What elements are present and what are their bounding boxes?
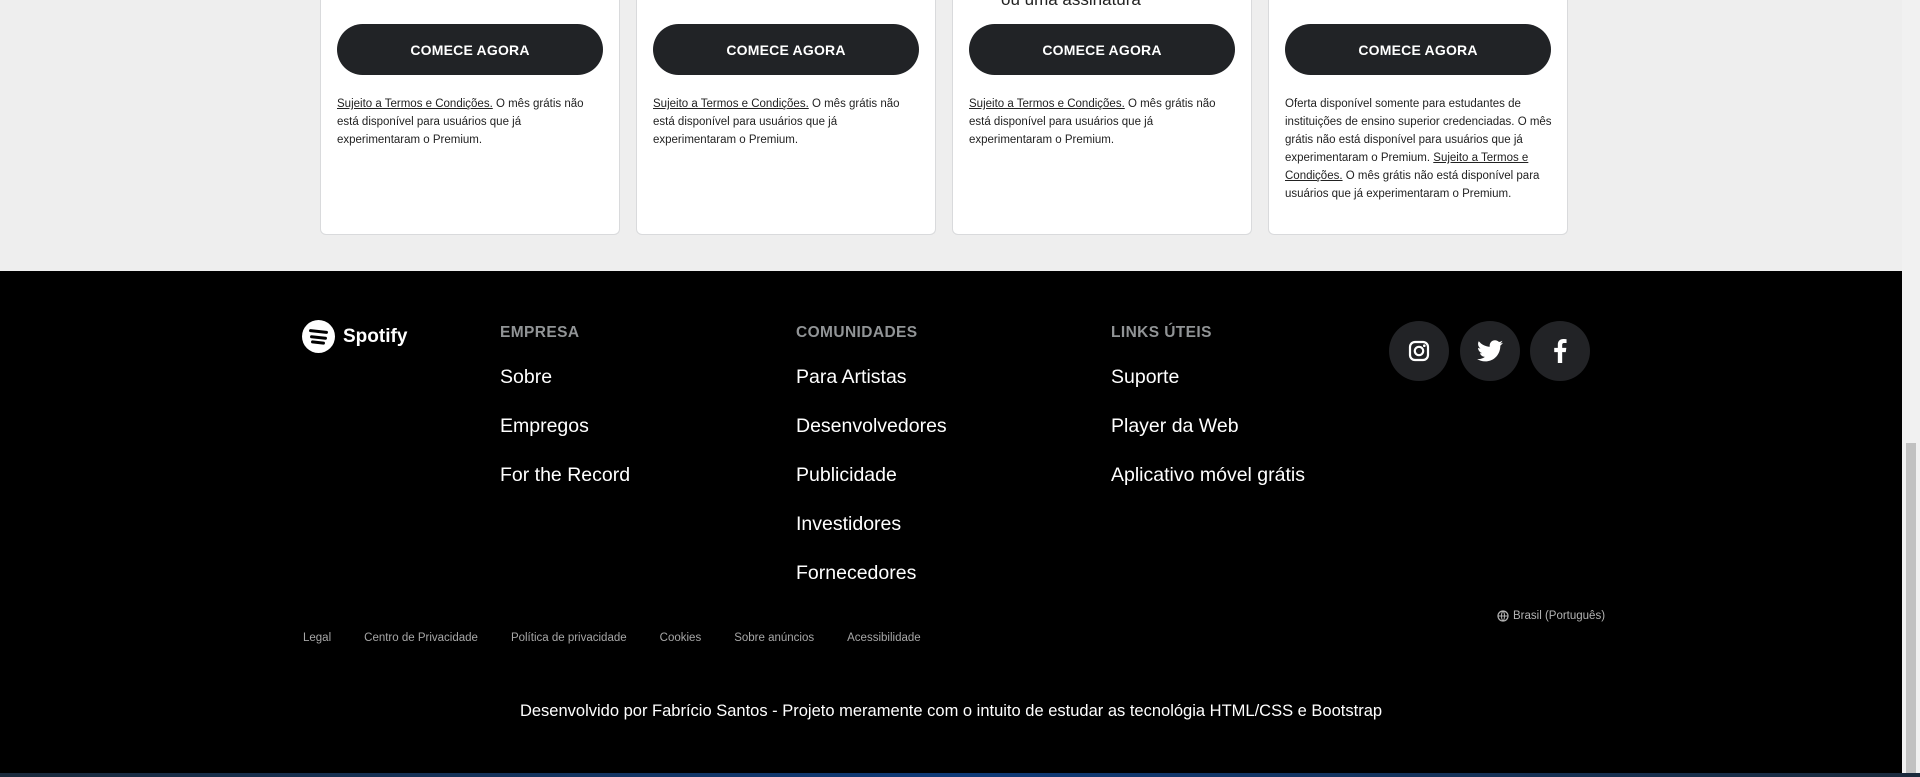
footer-column-links-uteis: LINKS ÚTEIS Suporte Player da Web Aplica…: [1111, 324, 1305, 511]
footer-link[interactable]: Fornecedores: [796, 562, 916, 584]
footer-link[interactable]: Empregos: [500, 415, 589, 437]
legal-link[interactable]: Legal: [303, 632, 331, 644]
spotify-icon: [302, 320, 335, 353]
column-heading: EMPRESA: [500, 324, 580, 341]
terms-link[interactable]: Sujeito a Termos e Condições.: [337, 98, 493, 110]
privacy-policy-link[interactable]: Política de privacidade: [511, 632, 627, 644]
plans-section: COMECE AGORA Sujeito a Termos e Condiçõe…: [0, 0, 1902, 271]
twitter-icon: [1477, 340, 1503, 362]
footer-link[interactable]: For the Record: [500, 464, 630, 486]
column-heading: LINKS ÚTEIS: [1111, 324, 1212, 341]
cookies-link[interactable]: Cookies: [660, 632, 702, 644]
facebook-icon: [1554, 339, 1567, 363]
plan-terms: Oferta disponível somente para estudante…: [1285, 98, 1552, 200]
footer-link[interactable]: Para Artistas: [796, 366, 907, 388]
start-now-button[interactable]: COMECE AGORA: [653, 24, 919, 75]
start-now-button[interactable]: COMECE AGORA: [337, 24, 603, 75]
plan-terms: Sujeito a Termos e Condições. O mês grát…: [337, 98, 584, 146]
scrollbar-thumb[interactable]: [1906, 443, 1916, 773]
plan-card: COMECE AGORA Sujeito a Termos e Condiçõe…: [636, 0, 936, 235]
plan-card: ou uma assinatura COMECE AGORA Sujeito a…: [952, 0, 1252, 235]
footer-column-empresa: EMPRESA Sobre Empregos For the Record: [500, 324, 630, 511]
footer-link[interactable]: Suporte: [1111, 366, 1179, 388]
terms-link[interactable]: Sujeito a Termos e Condições.: [653, 98, 809, 110]
developer-credit: Desenvolvido por Fabrício Santos - Proje…: [519, 702, 1383, 720]
globe-icon: [1497, 610, 1509, 622]
footer-link[interactable]: Investidores: [796, 513, 901, 535]
region-selector[interactable]: Brasil (Português): [1497, 610, 1605, 622]
footer-link[interactable]: Player da Web: [1111, 415, 1239, 437]
footer-column-comunidades: COMUNIDADES Para Artistas Desenvolvedore…: [796, 324, 947, 609]
accessibility-link[interactable]: Acessibilidade: [847, 632, 921, 644]
taskbar-edge: [0, 773, 1920, 777]
facebook-button[interactable]: [1530, 321, 1590, 381]
plan-card: COMECE AGORA Sujeito a Termos e Condiçõe…: [320, 0, 620, 235]
legal-links: Legal Centro de Privacidade Política de …: [303, 632, 954, 644]
start-now-button[interactable]: COMECE AGORA: [1285, 24, 1551, 75]
instagram-icon: [1408, 340, 1430, 362]
region-label: Brasil (Português): [1513, 610, 1606, 622]
footer-link[interactable]: Desenvolvedores: [796, 415, 947, 437]
footer-link[interactable]: Publicidade: [796, 464, 897, 486]
plan-card: COMECE AGORA Oferta disponível somente p…: [1268, 0, 1568, 235]
site-footer: Spotify EMPRESA Sobre Empregos For the R…: [0, 271, 1902, 771]
twitter-button[interactable]: [1460, 321, 1520, 381]
footer-link[interactable]: Sobre: [500, 366, 552, 388]
instagram-button[interactable]: [1389, 321, 1449, 381]
page-scrollbar[interactable]: [1902, 0, 1920, 773]
plan-feature-text: ou uma assinatura: [1001, 0, 1141, 10]
terms-link[interactable]: Sujeito a Termos e Condições.: [969, 98, 1125, 110]
start-now-button[interactable]: COMECE AGORA: [969, 24, 1235, 75]
privacy-center-link[interactable]: Centro de Privacidade: [364, 632, 478, 644]
about-ads-link[interactable]: Sobre anúncios: [734, 632, 814, 644]
spotify-logo[interactable]: Spotify: [302, 320, 407, 353]
plan-terms: Sujeito a Termos e Condições. O mês grát…: [653, 98, 900, 146]
brand-name: Spotify: [343, 325, 408, 347]
footer-link[interactable]: Aplicativo móvel grátis: [1111, 464, 1305, 486]
column-heading: COMUNIDADES: [796, 324, 918, 341]
plan-terms: Sujeito a Termos e Condições. O mês grát…: [969, 98, 1216, 146]
